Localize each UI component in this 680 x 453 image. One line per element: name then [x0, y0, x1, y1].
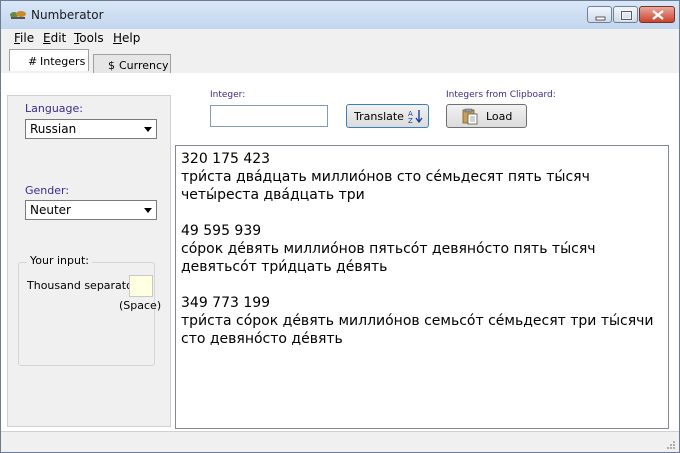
result-number: 349 773 199 [181, 295, 271, 311]
tab-currency[interactable]: $ Currency [93, 54, 171, 73]
language-select[interactable]: Russian [25, 119, 157, 139]
sort-az-icon: A Z [408, 110, 423, 124]
tab-currency-label: Currency [119, 59, 169, 72]
your-input-title: Your input: [27, 254, 92, 267]
menu-file[interactable]: File [14, 31, 34, 45]
gender-value: Neuter [30, 203, 71, 217]
maximize-button[interactable] [613, 6, 638, 23]
hash-icon: # [28, 55, 38, 68]
load-button[interactable]: Load [446, 104, 527, 128]
clipboard-label: Integers from Clipboard: [446, 90, 556, 100]
integer-input[interactable] [210, 105, 328, 127]
window-title: Numberator [31, 8, 104, 22]
app-window: Numberator File Edit Tools Help # Intege… [0, 0, 680, 453]
result-number: 320 175 423 [181, 151, 271, 167]
result-words: со́рок де́вять миллио́нов пятьсо́т девян… [181, 241, 596, 275]
chevron-down-icon [144, 127, 152, 132]
chevron-down-icon [144, 208, 152, 213]
title-bar[interactable]: Numberator [1, 1, 679, 30]
menu-bar: File Edit Tools Help [1, 29, 679, 47]
thousand-separator-input[interactable] [129, 275, 153, 297]
menu-tools-label: ools [79, 31, 104, 45]
menu-edit[interactable]: Edit [43, 31, 66, 45]
menu-tools[interactable]: Tools [74, 31, 104, 45]
result-number: 49 595 939 [181, 223, 262, 239]
gender-select[interactable]: Neuter [25, 200, 157, 220]
integer-label: Integer: [210, 90, 246, 100]
menu-edit-label: dit [50, 31, 67, 45]
menu-help-key: H [113, 31, 123, 45]
status-bar [1, 431, 679, 452]
minimize-button[interactable] [587, 6, 612, 23]
space-hint: (Space) [119, 299, 162, 312]
minimize-icon [595, 16, 606, 21]
language-label: Language: [25, 102, 83, 115]
translate-button[interactable]: Translate A Z [346, 104, 429, 128]
menu-file-label: ile [20, 31, 35, 45]
clipboard-icon [462, 108, 478, 125]
menu-edit-key: E [43, 31, 51, 45]
translation-output[interactable]: 320 175 423 три́ста два́дцать миллио́нов… [175, 145, 669, 429]
close-icon [652, 10, 664, 20]
resize-grip-icon[interactable] [666, 440, 676, 450]
tab-integers-label: Integers [40, 55, 86, 68]
tab-strip: # Integers $ Currency [1, 49, 679, 74]
maximize-icon [620, 10, 633, 21]
menu-help[interactable]: Help [113, 31, 140, 45]
result-words: три́ста со́рок де́вять миллио́нов семьсо… [181, 313, 654, 347]
language-value: Russian [30, 122, 77, 136]
load-button-label: Load [486, 110, 513, 123]
close-button[interactable] [639, 6, 675, 23]
app-logo-icon [10, 11, 26, 19]
menu-help-label: elp [122, 31, 141, 45]
tab-integers[interactable]: # Integers [9, 49, 89, 71]
thousand-separator-label: Thousand separator: [27, 279, 141, 292]
integers-tab-panel: Language: Russian Gender: Neuter Your in… [1, 73, 679, 431]
result-words: три́ста два́дцать миллио́нов сто се́мьде… [181, 169, 590, 203]
svg-text:Z: Z [408, 117, 413, 124]
gender-label: Gender: [25, 184, 70, 197]
translate-button-label: Translate [354, 110, 404, 123]
dollar-icon: $ [108, 59, 115, 72]
